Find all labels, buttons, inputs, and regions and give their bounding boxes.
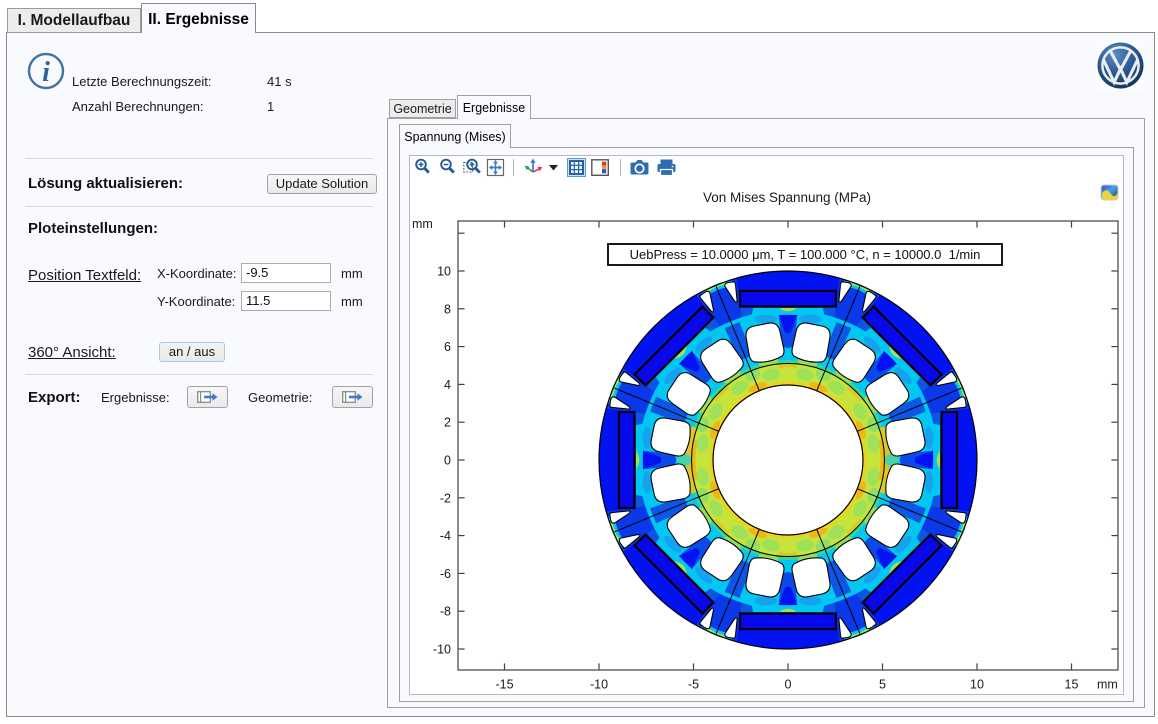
svg-text:i: i <box>42 57 50 88</box>
svg-text:mm: mm <box>1097 678 1118 692</box>
svg-text:-5: -5 <box>688 678 699 692</box>
svg-text:-15: -15 <box>495 678 513 692</box>
svg-text:-10: -10 <box>433 643 451 657</box>
svg-text:8: 8 <box>444 302 451 316</box>
svg-text:2: 2 <box>444 416 451 430</box>
svg-text:-10: -10 <box>590 678 608 692</box>
svg-text:4: 4 <box>444 378 451 392</box>
svg-text:10: 10 <box>970 678 984 692</box>
svg-text:mm: mm <box>412 217 433 231</box>
svg-text:10: 10 <box>437 265 451 279</box>
svg-text:0: 0 <box>444 454 451 468</box>
svg-text:Von Mises Spannung (MPa): Von Mises Spannung (MPa) <box>703 190 871 205</box>
svg-text:5: 5 <box>879 678 886 692</box>
svg-text:0: 0 <box>785 678 792 692</box>
svg-text:-6: -6 <box>440 567 451 581</box>
svg-text:-8: -8 <box>440 605 451 619</box>
svg-text:6: 6 <box>444 340 451 354</box>
svg-text:15: 15 <box>1065 678 1079 692</box>
svg-text:-4: -4 <box>440 529 451 543</box>
svg-text:UebPress = 10.0000 μm, T = 100: UebPress = 10.0000 μm, T = 100.000 °C, n… <box>630 247 981 262</box>
svg-text:-2: -2 <box>440 491 451 505</box>
